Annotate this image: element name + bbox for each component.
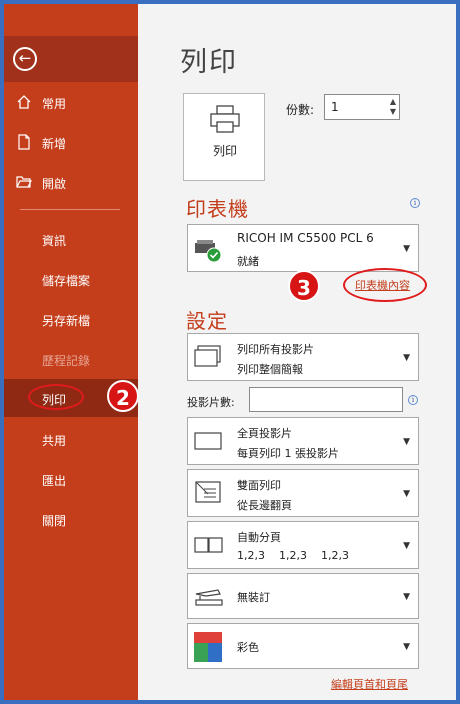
sidebar-item-new[interactable]: 新增 [4,124,138,160]
copies-value: 1 [331,100,339,114]
sidebar-item-label: 共用 [42,434,67,448]
collate-line1: 自動分頁 [237,531,281,544]
slides-range-dropdown[interactable]: 列印所有投影片 列印整個簡報 ▼ [187,333,419,381]
chevron-down-icon: ▼ [403,244,410,254]
sidebar-item-label: 資訊 [42,234,67,248]
edit-header-footer-link[interactable]: 編輯頁首和頁尾 [331,676,408,692]
layout-line2: 每頁列印 1 張投影片 [237,447,339,460]
spinner-arrows-icon[interactable]: ▲ ▼ [390,97,396,117]
sides-line1: 雙面列印 [237,479,281,492]
step-badge-3: 3 [288,270,320,302]
collated-icon [194,537,223,553]
sidebar-item-label: 開啟 [42,177,67,191]
sidebar-item-label: 新增 [42,137,67,151]
sidebar-item-label: 常用 [42,97,67,111]
window-frame: ← 常用 新增 開啟 資訊 儲存檔案 另存新檔 歷程記錄 列印 共用 匯出 關閉… [0,0,460,704]
home-icon [16,94,34,112]
sidebar-item-save[interactable]: 儲存檔案 [4,261,138,297]
chevron-down-icon: ▼ [403,437,410,447]
printer-name: RICOH IM C5500 PCL 6 [237,231,374,245]
color-line1: 彩色 [237,641,259,654]
highlight-oval-print [28,384,84,410]
sidebar-item-save-as[interactable]: 另存新檔 [4,301,138,337]
printer-properties-link[interactable]: 印表機內容 [355,277,410,293]
print-pane: 列印 列印 份數: 1 ▲ ▼ 印表機 i RICOH IM C5500 PCL … [138,4,456,700]
full-page-slide-icon [194,432,222,450]
color-swatch-icon [194,632,222,662]
printer-dropdown[interactable]: RICOH IM C5500 PCL 6 就緒 ▼ [187,224,419,272]
sidebar-item-label: 歷程記錄 [42,354,91,368]
open-folder-icon [16,174,34,192]
chevron-down-icon: ▼ [403,541,410,551]
copies-stepper[interactable]: 1 ▲ ▼ [324,94,400,120]
sidebar-item-label: 另存新檔 [42,314,91,328]
chevron-down-icon: ▼ [403,353,410,363]
collate-dropdown[interactable]: 自動分頁 1,2,3 1,2,3 1,2,3 ▼ [187,521,419,569]
sidebar-item-export[interactable]: 匯出 [4,461,138,497]
slides-range-line2: 列印整個簡報 [237,363,303,376]
chevron-down-icon: ▼ [403,642,410,652]
staple-line1: 無裝訂 [237,591,270,604]
collate-line2: 1,2,3 1,2,3 1,2,3 [237,549,349,562]
sides-dropdown[interactable]: 雙面列印 從長邊翻頁 ▼ [187,469,419,517]
backstage-sidebar: ← 常用 新增 開啟 資訊 儲存檔案 另存新檔 歷程記錄 列印 共用 匯出 關閉 [4,4,138,700]
sidebar-item-label: 匯出 [42,474,67,488]
slides-input[interactable] [249,387,403,412]
sidebar-item-label: 儲存檔案 [42,274,91,288]
sidebar-divider [20,209,120,210]
stapler-icon [195,589,223,606]
slides-field-label: 投影片數: [187,396,235,409]
new-file-icon [16,134,34,152]
copies-label: 份數: [286,103,315,117]
sidebar-item-open[interactable]: 開啟 [4,164,138,200]
sidebar-item-label: 關閉 [42,514,67,528]
sidebar-item-info[interactable]: 資訊 [4,221,138,257]
sidebar-item-share[interactable]: 共用 [4,421,138,457]
settings-section-heading: 設定 [186,309,228,333]
printer-status: 就緒 [237,255,259,268]
color-dropdown[interactable]: 彩色 ▼ [187,623,419,669]
sidebar-item-close[interactable]: 關閉 [4,501,138,537]
duplex-print-icon [195,481,221,503]
printer-section-heading: 印表機 [186,197,249,221]
printer-ready-icon [195,240,222,263]
staple-dropdown[interactable]: 無裝訂 ▼ [187,573,419,619]
info-icon[interactable]: i [410,198,420,208]
print-button[interactable]: 列印 [183,93,265,181]
layout-dropdown[interactable]: 全頁投影片 每頁列印 1 張投影片 ▼ [187,417,419,465]
sidebar-item-home[interactable]: 常用 [4,84,138,120]
back-arrow-icon: ← [13,47,37,71]
layout-line1: 全頁投影片 [237,427,292,440]
sidebar-item-history: 歷程記錄 [4,341,138,377]
chevron-down-icon: ▼ [403,592,410,602]
printer-icon [210,105,240,133]
back-button[interactable]: ← [4,36,138,82]
step-badge-2: 2 [107,380,139,412]
info-icon[interactable]: i [408,395,418,405]
slides-range-line1: 列印所有投影片 [237,343,314,356]
print-button-label: 列印 [212,144,237,158]
all-slides-icon [194,345,221,367]
page-title: 列印 [180,47,238,78]
sides-line2: 從長邊翻頁 [237,499,292,512]
chevron-down-icon: ▼ [403,489,410,499]
